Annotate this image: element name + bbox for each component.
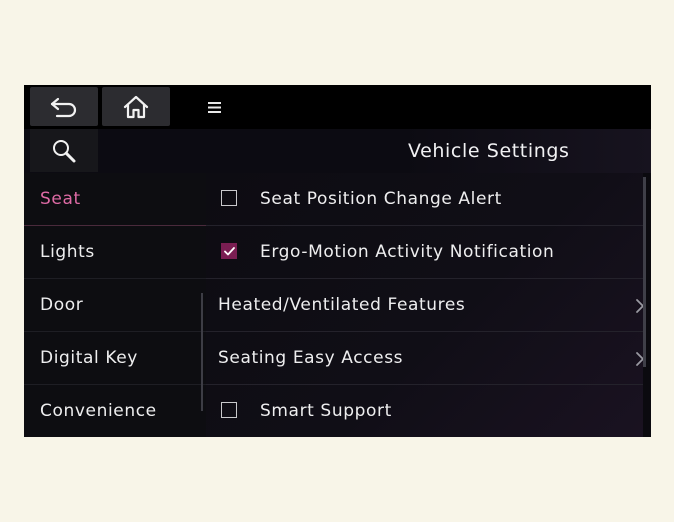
checkbox[interactable]	[221, 190, 237, 206]
sidebar-item-lights[interactable]: Lights	[24, 226, 206, 279]
setting-label: Seat Position Change Alert	[260, 189, 502, 209]
sidebar-item-digital-key[interactable]: Digital Key	[24, 332, 206, 385]
infotainment-screen: Vehicle Settings Seat Lights Door Digita…	[24, 85, 651, 437]
setting-label: Smart Support	[260, 401, 392, 421]
sidebar-scrollbar[interactable]	[201, 293, 203, 411]
setting-label: Heated/Ventilated Features	[218, 295, 466, 315]
settings-list: Seat Position Change Alert Ergo-Motion A…	[206, 173, 644, 437]
setting-label: Ergo-Motion Activity Notification	[260, 242, 555, 262]
setting-seat-position-change-alert[interactable]: Seat Position Change Alert	[206, 173, 643, 226]
setting-label: Seating Easy Access	[218, 348, 404, 368]
setting-heated-ventilated-features[interactable]: Heated/Ventilated Features	[206, 279, 644, 332]
top-bar	[24, 85, 651, 129]
back-button[interactable]	[30, 87, 98, 126]
sidebar-item-convenience[interactable]: Convenience	[24, 385, 206, 437]
setting-smart-support[interactable]: Smart Support	[206, 385, 643, 437]
title-bar: Vehicle Settings	[24, 129, 651, 173]
checkmark-icon	[223, 246, 235, 255]
home-button[interactable]	[102, 87, 170, 126]
checkbox[interactable]	[221, 402, 237, 418]
back-arrow-icon	[50, 97, 77, 117]
checkbox-checked[interactable]	[221, 243, 237, 259]
search-icon	[53, 139, 76, 162]
sidebar-item-door[interactable]: Door	[24, 279, 206, 332]
home-icon	[123, 95, 149, 118]
menu-icon[interactable]	[207, 98, 223, 116]
page-title: Vehicle Settings	[408, 140, 570, 162]
sidebar-item-seat[interactable]: Seat	[24, 173, 206, 226]
sidebar: Seat Lights Door Digital Key Convenience	[24, 173, 206, 437]
setting-seating-easy-access[interactable]: Seating Easy Access	[206, 332, 644, 385]
content-scrollbar[interactable]	[643, 177, 646, 367]
setting-ergo-motion-activity-notification[interactable]: Ergo-Motion Activity Notification	[206, 226, 643, 279]
search-button[interactable]	[30, 129, 98, 172]
